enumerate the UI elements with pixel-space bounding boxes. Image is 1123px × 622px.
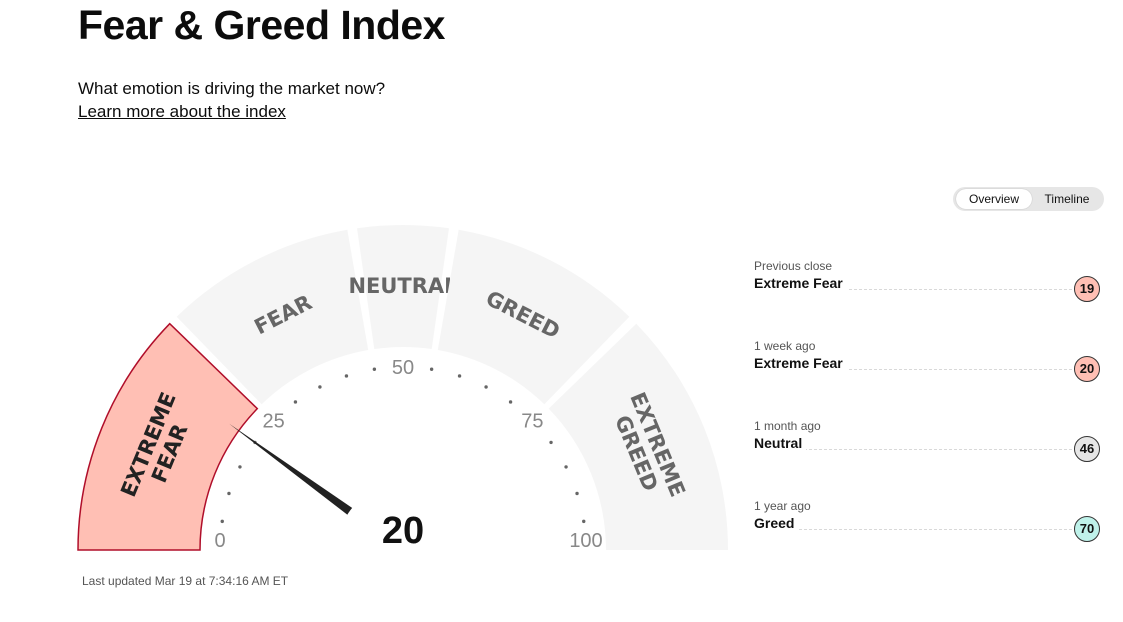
history-label: 1 week ago bbox=[754, 339, 816, 353]
fear-greed-gauge: EXTREMEFEARFEARNEUTRALGREEDEXTREMEGREED … bbox=[77, 225, 728, 600]
history-value-badge: 19 bbox=[1074, 276, 1100, 302]
history-label: 1 month ago bbox=[754, 419, 821, 433]
scale-dot bbox=[582, 519, 586, 524]
history-rating: Extreme Fear bbox=[754, 355, 847, 371]
tick-label-25: 25 bbox=[262, 411, 284, 433]
scale-dot bbox=[549, 440, 553, 445]
tick-label-100: 100 bbox=[569, 530, 602, 552]
scale-dot bbox=[293, 400, 298, 404]
scale-dot bbox=[238, 465, 242, 469]
segment-label-neutral: NEUTRAL bbox=[348, 274, 457, 298]
history-label: Previous close bbox=[754, 259, 833, 273]
history-rating: Extreme Fear bbox=[754, 275, 847, 291]
scale-dot bbox=[508, 400, 513, 404]
tick-label-75: 75 bbox=[521, 411, 543, 433]
history-value-badge: 46 bbox=[1074, 436, 1100, 462]
scale-dot bbox=[372, 367, 377, 371]
scale-dot bbox=[564, 465, 568, 469]
dotted-leader bbox=[754, 529, 1072, 530]
scale-dot bbox=[429, 367, 434, 371]
scale-dot bbox=[344, 374, 349, 378]
history-value-badge: 20 bbox=[1074, 356, 1100, 382]
scale-dot bbox=[484, 385, 488, 389]
scale-dot bbox=[227, 491, 231, 496]
view-toggle: Overview Timeline bbox=[953, 187, 1104, 211]
scale-dot bbox=[318, 385, 322, 389]
tick-label-50: 50 bbox=[392, 357, 414, 379]
history-rating: Greed bbox=[754, 515, 799, 531]
history-rating: Neutral bbox=[754, 435, 807, 451]
gauge-value: 20 bbox=[382, 510, 424, 552]
scale-dot bbox=[220, 519, 224, 524]
overview-tab[interactable]: Overview bbox=[956, 189, 1032, 209]
history-label: 1 year ago bbox=[754, 499, 811, 513]
timeline-tab[interactable]: Timeline bbox=[1033, 189, 1101, 209]
scale-dot bbox=[457, 374, 462, 378]
history-value-badge: 70 bbox=[1074, 516, 1100, 542]
scale-dot bbox=[575, 491, 579, 496]
last-updated: Last updated Mar 19 at 7:34:16 AM ET bbox=[82, 574, 289, 588]
tick-label-0: 0 bbox=[214, 530, 225, 552]
